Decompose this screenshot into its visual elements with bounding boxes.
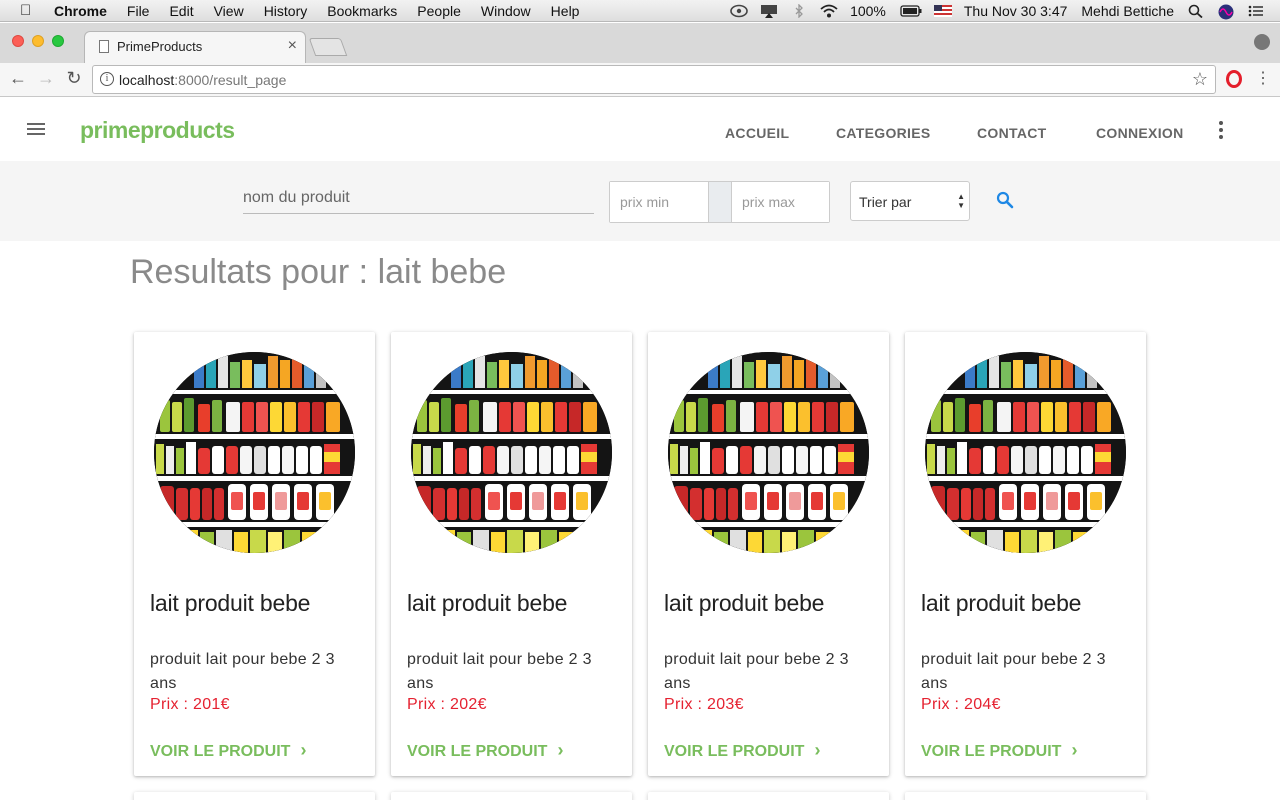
reload-icon[interactable]: ↻ xyxy=(64,68,84,89)
product-card-next-row xyxy=(391,792,632,800)
menu-bookmarks[interactable]: Bookmarks xyxy=(327,3,397,19)
more-vert-icon[interactable] xyxy=(1219,121,1225,142)
wifi-icon[interactable] xyxy=(820,4,838,18)
menu-history[interactable]: History xyxy=(264,3,308,19)
page-icon xyxy=(99,40,109,53)
product-description: produit lait pour bebe 2 3 ans xyxy=(921,651,1106,692)
chevron-right-icon: › xyxy=(1071,740,1078,760)
forward-icon[interactable]: → xyxy=(36,68,56,89)
product-card: lait produit bebe produit lait pour bebe… xyxy=(391,332,632,776)
view-product-link[interactable]: VOIR LE PRODUIT › xyxy=(664,740,820,761)
product-image[interactable] xyxy=(154,352,355,553)
url-host: localhost xyxy=(119,72,175,88)
hamburger-icon[interactable] xyxy=(27,123,45,135)
window-minimize-button[interactable] xyxy=(32,35,44,47)
profile-icon[interactable] xyxy=(1254,34,1270,50)
new-tab-button[interactable] xyxy=(308,38,348,56)
view-product-label: VOIR LE PRODUIT xyxy=(664,743,805,760)
window-close-button[interactable] xyxy=(12,35,24,47)
battery-percent: 100% xyxy=(850,3,886,19)
menu-view[interactable]: View xyxy=(214,3,244,19)
product-price: Prix : 201€ xyxy=(150,696,230,713)
apple-icon[interactable]:  xyxy=(20,2,36,19)
menu-file[interactable]: File xyxy=(127,3,150,19)
browser-tabstrip: PrimeProducts × xyxy=(0,23,1280,63)
app-navbar: primeproducts ACCUEIL CATEGORIES CONTACT… xyxy=(0,97,1280,161)
product-card-next-row xyxy=(648,792,889,800)
product-image[interactable] xyxy=(668,352,869,553)
chevron-right-icon: › xyxy=(557,740,564,760)
product-price: Prix : 202€ xyxy=(407,696,487,713)
tab-title: PrimeProducts xyxy=(117,39,203,54)
search-bar: Trier par ▲▼ xyxy=(0,161,1280,241)
product-price: Prix : 203€ xyxy=(664,696,744,713)
price-range-group xyxy=(609,181,830,223)
os-menubar:  Chrome File Edit View History Bookmark… xyxy=(0,0,1280,22)
browser-toolbar: ← → ↻ i localhost:8000/result_page ☆ ⋮ xyxy=(0,63,1280,97)
window-zoom-button[interactable] xyxy=(52,35,64,47)
menu-people[interactable]: People xyxy=(417,3,461,19)
price-max-input[interactable] xyxy=(731,182,829,222)
clock[interactable]: Thu Nov 30 3:47 xyxy=(964,3,1068,19)
info-icon[interactable]: i xyxy=(100,72,114,86)
notification-center-icon[interactable] xyxy=(1248,4,1266,18)
sort-select-label: Trier par xyxy=(859,194,912,210)
nav-accueil[interactable]: ACCUEIL xyxy=(725,125,789,141)
chevron-right-icon: › xyxy=(814,740,821,760)
back-icon[interactable]: ← xyxy=(8,68,28,89)
browser-tab[interactable]: PrimeProducts × xyxy=(84,31,306,63)
search-icon[interactable] xyxy=(996,191,1014,209)
product-card: lait produit bebe produit lait pour bebe… xyxy=(648,332,889,776)
view-product-label: VOIR LE PRODUIT xyxy=(921,743,1062,760)
menu-help[interactable]: Help xyxy=(551,3,580,19)
select-arrows-icon: ▲ ▼ xyxy=(957,192,965,210)
view-product-label: VOIR LE PRODUIT xyxy=(407,743,548,760)
product-card: lait produit bebe produit lait pour bebe… xyxy=(134,332,375,776)
url-text[interactable]: localhost:8000/result_page xyxy=(119,72,286,88)
siri-icon[interactable] xyxy=(1218,4,1236,20)
product-title: lait produit bebe xyxy=(921,590,1082,616)
product-card-next-row xyxy=(134,792,375,800)
nav-categories[interactable]: CATEGORIES xyxy=(836,125,931,141)
nav-connexion[interactable]: CONNEXION xyxy=(1096,125,1184,141)
opera-extension-icon[interactable] xyxy=(1226,70,1242,88)
menu-window[interactable]: Window xyxy=(481,3,531,19)
product-title: lait produit bebe xyxy=(664,590,825,616)
product-card-next-row xyxy=(905,792,1146,800)
view-product-link[interactable]: VOIR LE PRODUIT › xyxy=(150,740,306,761)
nav-contact[interactable]: CONTACT xyxy=(977,125,1047,141)
price-min-input[interactable] xyxy=(610,182,709,222)
product-image[interactable] xyxy=(925,352,1126,553)
menu-app-name[interactable]: Chrome xyxy=(54,3,107,19)
sort-select[interactable]: Trier par ▲ ▼ xyxy=(850,181,970,221)
creative-cloud-icon[interactable] xyxy=(730,4,748,18)
flag-us-icon[interactable] xyxy=(933,4,952,18)
airplay-icon[interactable] xyxy=(760,4,778,18)
chrome-menu-icon[interactable]: ⋮ xyxy=(1255,68,1271,88)
product-name-input[interactable] xyxy=(243,183,594,214)
results-title: Resultats pour : lait bebe xyxy=(130,253,507,291)
address-bar[interactable]: i localhost:8000/result_page ☆ xyxy=(92,65,1216,94)
chevron-right-icon: › xyxy=(300,740,307,760)
view-product-label: VOIR LE PRODUIT xyxy=(150,743,291,760)
brand-logo[interactable]: primeproducts xyxy=(80,117,235,144)
product-card: lait produit bebe produit lait pour bebe… xyxy=(905,332,1146,776)
product-description: produit lait pour bebe 2 3 ans xyxy=(150,651,335,692)
bluetooth-icon[interactable] xyxy=(790,3,808,19)
view-product-link[interactable]: VOIR LE PRODUIT › xyxy=(921,740,1077,761)
product-price: Prix : 204€ xyxy=(921,696,1001,713)
spotlight-icon[interactable] xyxy=(1188,4,1206,19)
product-image[interactable] xyxy=(411,352,612,553)
product-title: lait produit bebe xyxy=(407,590,568,616)
menu-edit[interactable]: Edit xyxy=(169,3,193,19)
star-icon[interactable]: ☆ xyxy=(1192,69,1208,90)
product-title: lait produit bebe xyxy=(150,590,311,616)
product-description: produit lait pour bebe 2 3 ans xyxy=(407,651,592,692)
tab-close-icon[interactable]: × xyxy=(288,37,297,55)
battery-icon[interactable] xyxy=(900,4,922,18)
product-description: produit lait pour bebe 2 3 ans xyxy=(664,651,849,692)
url-path: :8000/result_page xyxy=(174,72,287,88)
user-name[interactable]: Mehdi Bettiche xyxy=(1081,3,1174,19)
view-product-link[interactable]: VOIR LE PRODUIT › xyxy=(407,740,563,761)
